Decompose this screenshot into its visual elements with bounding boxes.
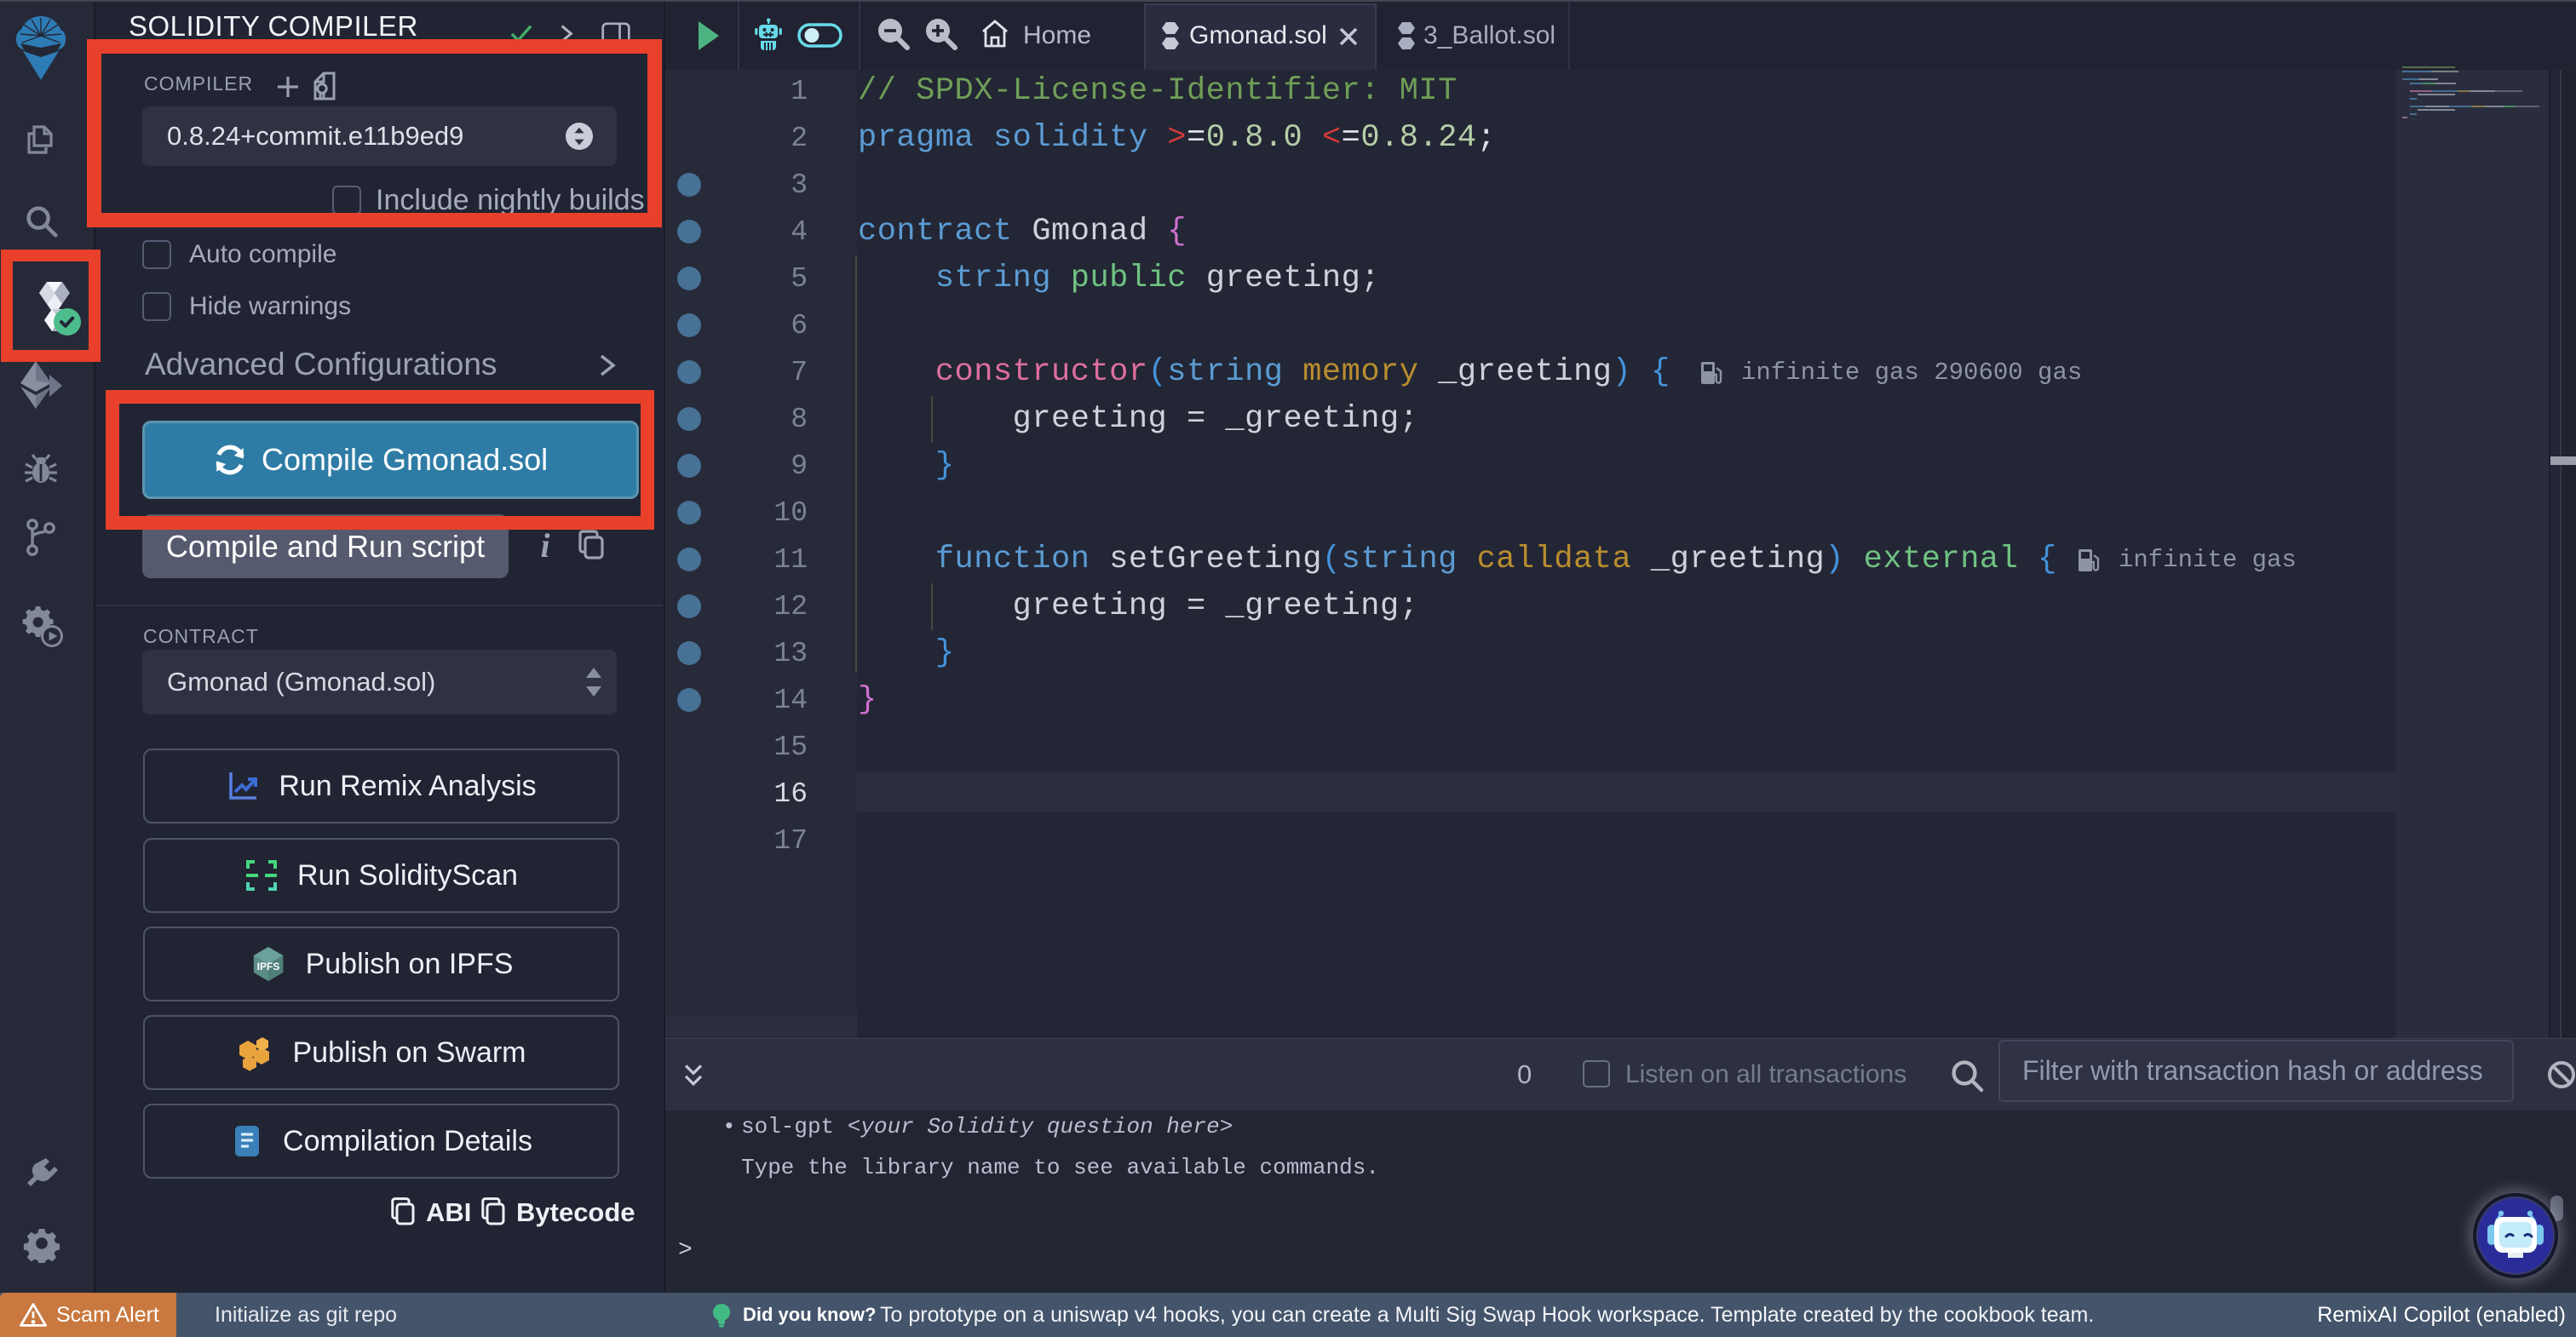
svg-text:IPFS: IPFS	[256, 961, 279, 973]
